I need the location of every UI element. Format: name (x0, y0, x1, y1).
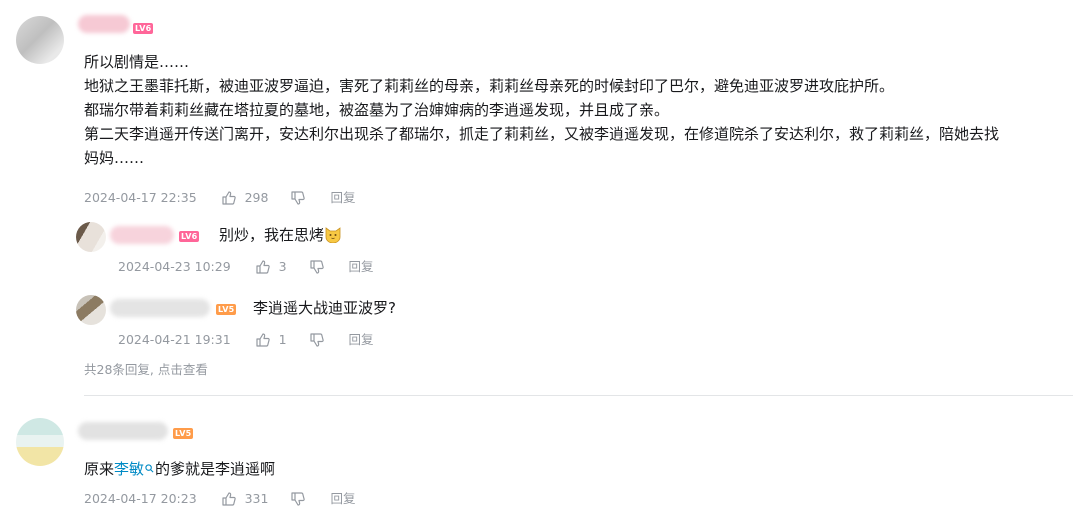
thumb-down-icon[interactable] (309, 259, 325, 275)
timestamp: 2024-04-23 10:29 (118, 258, 231, 274)
username[interactable] (78, 15, 130, 33)
reply-button[interactable]: 回复 (330, 189, 355, 207)
level-badge: LV6 (133, 23, 154, 34)
like-count: 298 (244, 189, 269, 205)
like-count: 3 (278, 258, 287, 274)
comment-text: 原来李敏 的爹就是李逍遥啊 (84, 456, 275, 481)
level-badge: LV5 (216, 304, 237, 315)
thumb-down-icon[interactable] (290, 190, 306, 206)
like-count: 331 (244, 490, 269, 506)
reply-meta: 2024-04-23 10:29 3 回复 (118, 257, 374, 275)
comment-meta: 2024-04-17 20:23 331 回复 (84, 489, 355, 507)
thumb-up-icon[interactable] (255, 259, 271, 275)
timestamp: 2024-04-17 20:23 (84, 490, 197, 506)
comment-line: 妈妈…… (84, 149, 145, 167)
thumb-down-icon[interactable] (309, 332, 325, 348)
comment-line: 第二天李逍遥开传送门离开，安达利尔出现杀了都瑞尔，抓走了莉莉丝，又被李逍遥发现，… (84, 125, 1000, 143)
timestamp: 2024-04-21 19:31 (118, 331, 231, 347)
avatar[interactable] (76, 222, 106, 252)
reply-text: 别炒，我在思烤 (219, 223, 342, 247)
comment-line: 地狱之王墨菲托斯，被迪亚波罗逼迫，害死了莉莉丝的母亲，莉莉丝母亲死的时候封印了巴… (84, 77, 895, 95)
comment-text-suffix: 的爹就是李逍遥啊 (155, 460, 276, 478)
timestamp: 2024-04-17 22:35 (84, 189, 197, 205)
keyword-link[interactable]: 李敏 (114, 460, 144, 478)
reply-meta: 2024-04-21 19:31 1 回复 (118, 330, 374, 348)
thumb-up-icon[interactable] (221, 190, 237, 206)
username[interactable] (78, 422, 168, 440)
reply-button[interactable]: 回复 (349, 258, 374, 276)
reply-text: 李逍遥大战迪亚波罗? (253, 299, 396, 317)
comment-text-prefix: 原来 (84, 460, 115, 478)
view-more-replies[interactable]: 共28条回复, 点击查看 (84, 361, 208, 379)
level-badge: LV6 (179, 231, 200, 242)
reply-content: 别炒，我在思烤 (219, 226, 325, 244)
reply-button[interactable]: 回复 (349, 331, 374, 349)
comment-line: 所以剧情是…… (84, 53, 190, 71)
cat-emoji (324, 225, 342, 244)
avatar[interactable] (76, 295, 106, 325)
level-badge: LV5 (173, 428, 194, 439)
thumb-down-icon[interactable] (290, 491, 306, 507)
comment-line: 都瑞尔带着莉莉丝藏在塔拉夏的墓地，被盗墓为了治婶婶病的李逍遥发现，并且成了亲。 (84, 101, 670, 119)
reply-button[interactable]: 回复 (330, 490, 355, 508)
search-link-icon[interactable] (145, 456, 154, 480)
username[interactable] (110, 299, 210, 317)
comment-meta: 2024-04-17 22:35 298 回复 (84, 188, 355, 206)
avatar[interactable] (16, 16, 64, 64)
comment-text: 所以剧情是…… 地狱之王墨菲托斯，被迪亚波罗逼迫，害死了莉莉丝的母亲，莉莉丝母亲… (84, 50, 1064, 170)
username[interactable] (110, 226, 174, 244)
thumb-up-icon[interactable] (221, 491, 237, 507)
like-count: 1 (278, 331, 287, 347)
avatar[interactable] (16, 418, 64, 466)
divider (84, 395, 1073, 396)
thumb-up-icon[interactable] (255, 332, 271, 348)
